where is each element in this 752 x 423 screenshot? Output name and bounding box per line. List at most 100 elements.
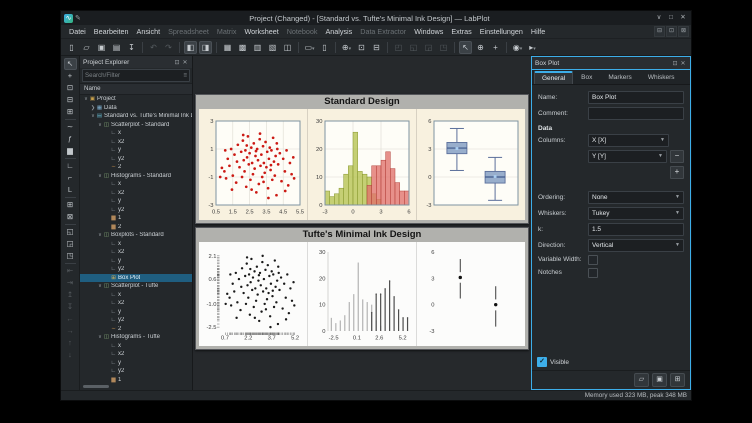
menu-hilfe[interactable]: Hilfe [527,27,549,36]
new-project-icon[interactable]: ▯ [65,41,78,54]
menu-windows[interactable]: Windows [410,27,447,36]
tree-item-histograms-tufte[interactable]: ∨◫Histograms - Tufte [80,333,192,342]
tree-item-y2[interactable]: ∟y2 [80,367,192,376]
tree-item-2[interactable]: ∼2 [80,163,192,172]
tree-item-data[interactable]: ❯▦Data [80,104,192,113]
toggle-project-explorer-icon[interactable]: ◧ [184,41,197,54]
tree-item-y2[interactable]: ∟y2 [80,265,192,274]
maximize-button[interactable]: □ [666,13,676,23]
magnification-icon[interactable]: ◉▾ [511,41,524,54]
zoom-y-select-tool-icon[interactable]: ⊞ [64,106,77,118]
add-axis-tool-icon[interactable]: ∟ [64,160,77,172]
k-field[interactable]: 1.5 [588,223,684,236]
minimize-button[interactable]: ∨ [654,13,664,23]
close-dock-icon[interactable]: ✕ [181,59,189,66]
tree-item-x[interactable]: ∟x [80,291,192,300]
tab-box[interactable]: Box [573,71,600,84]
name-field[interactable]: Box Plot [588,91,684,104]
add-legend-tool-icon[interactable]: ⊞ [64,199,77,211]
mdi-close-icon[interactable]: ⊠ [678,26,689,37]
histogram-standard-plot[interactable]: -30360102030 [307,109,416,220]
tree-item-y[interactable]: ∟y [80,308,192,317]
menu-bearbeiten[interactable]: Bearbeiten [90,27,133,36]
dropdown-arrow-icon[interactable]: ▾ [349,46,352,52]
mdi-minimize-icon[interactable]: ⊟ [654,26,665,37]
search-filter-input[interactable]: Search/Filter ≡ [82,69,190,82]
menu-analysis[interactable]: Analysis [321,27,356,36]
new-worksheet-icon[interactable]: ▥ [251,41,264,54]
print-icon[interactable]: ▤ [110,41,123,54]
mdi-restore-icon[interactable]: ⊡ [666,26,677,37]
scatter-standard-plot[interactable]: 0.51.52.53.54.55.5-3-113 [199,109,307,220]
add-curve-tool-icon[interactable]: ∼ [64,121,77,133]
zoom-mode-icon[interactable]: ⊕▾ [340,41,353,54]
tree-item-x2[interactable]: ∟x2 [80,248,192,257]
load-template-button[interactable]: ▱ [634,373,649,387]
ordering-combobox[interactable]: None▼ [588,191,684,204]
tree-item-2[interactable]: ▆2 [80,223,192,232]
variable-width-checkbox[interactable] [588,255,598,265]
open-project-icon[interactable]: ▱ [80,41,93,54]
new-notebook-icon[interactable]: ▧ [266,41,279,54]
tree-item-x2[interactable]: ∟x2 [80,350,192,359]
tree-item-scatterplot-tufte[interactable]: ∨◫Scatterplot - Tufte [80,282,192,291]
add-equation-curve-tool-icon[interactable]: ƒ [64,133,77,145]
worksheet-standard-design[interactable]: Standard Design 0.51.52.53.54.55.5-3-113… [195,94,529,224]
tree-item-x2[interactable]: ∟x2 [80,189,192,198]
zoom-select-mode-icon[interactable]: ⊕ [474,41,487,54]
menu-extras[interactable]: Extras [447,27,475,36]
tree-item-histograms-standard[interactable]: ∨◫Histograms - Standard [80,172,192,181]
visible-checkbox[interactable]: ✓ [537,357,547,367]
tree-item-1[interactable]: ▆1 [80,214,192,223]
save-default-button[interactable]: ⊞ [670,373,685,387]
boxplot-tufte-plot[interactable]: -3036 [416,242,525,346]
tree-item-project[interactable]: ∨▣Project [80,95,192,104]
properties-dock-header[interactable]: Box Plot ⊡✕ [532,57,690,70]
tree-item-scatterplot-standard[interactable]: ∨◫Scatterplot - Standard [80,121,192,130]
tree-item-2[interactable]: ∼2 [80,325,192,334]
dropdown-arrow-icon[interactable]: ▾ [533,46,536,52]
menu-einstellungen[interactable]: Einstellungen [476,27,527,36]
add-vertical-axis-tool-icon[interactable]: L [64,184,77,196]
tree-column-header-name[interactable]: Name [80,83,192,95]
scatter-tufte-plot[interactable]: 0.72.23.75.22.10.6-1.0-2.5 [199,242,307,346]
scrollbar-thumb[interactable] [83,385,109,388]
tree-item-y[interactable]: ∟y [80,146,192,155]
tab-whiskers[interactable]: Whiskers [640,71,683,84]
export-icon[interactable]: ↧ [125,41,138,54]
column-x-combobox[interactable]: X [X]▼ [588,134,669,147]
tree-item-y[interactable]: ∟y [80,197,192,206]
histogram-tufte-plot[interactable]: -2.50.12.65.20102030 [307,242,416,346]
tree-item-box-plot[interactable]: ⊞Box Plot [80,274,192,283]
auto-scale-y-tool-icon[interactable]: ◳ [64,250,77,262]
zoom-select-tool-icon[interactable]: ⊡ [64,82,77,94]
new-spreadsheet-icon[interactable]: ▦ [221,41,234,54]
boxplot-standard-plot[interactable]: -3036 [416,109,525,220]
add-histogram-tool-icon[interactable]: ▆ [64,145,77,157]
close-button[interactable]: ✕ [678,13,688,23]
pointer-mode-icon[interactable]: ↖ [459,41,472,54]
new-workbook-icon[interactable]: ▯ [318,41,331,54]
add-column-button[interactable]: + [670,166,684,179]
add-info-element-tool-icon[interactable]: ⊠ [64,211,77,223]
crosshair-mode-icon[interactable]: + [489,41,502,54]
tree-item-standard-vs-tufte-s-minimal-ink-design[interactable]: ∨▤Standard vs. Tufte's Minimal Ink Desig… [80,112,192,121]
tree-item-y2[interactable]: ∟y2 [80,206,192,215]
close-dock-icon[interactable]: ✕ [679,60,687,67]
navigate-tool-icon[interactable]: ↖ [64,58,77,70]
auto-scale-x-tool-icon[interactable]: ◲ [64,238,77,250]
comment-field[interactable] [588,107,684,120]
tree-item-x[interactable]: ∟x [80,240,192,249]
project-explorer-header[interactable]: Project Explorer ⊡✕ [80,56,192,68]
tree-item-x[interactable]: ∟x [80,180,192,189]
crosshair-tool-icon[interactable]: + [64,70,77,82]
presenter-mode-icon[interactable]: ▸▾ [526,41,539,54]
tree-item-y2[interactable]: ∟y2 [80,155,192,164]
new-datapicker-icon[interactable]: ◫ [281,41,294,54]
column-y-combobox[interactable]: Y [Y]▼ [588,150,667,163]
new-folder-icon[interactable]: ▭▾ [303,41,316,54]
zoom-x-select-tool-icon[interactable]: ⊟ [64,94,77,106]
fit-page-icon[interactable]: ⊡ [355,41,368,54]
toggle-properties-dock-icon[interactable]: ◨ [199,41,212,54]
titlebar[interactable]: ∿ ✎ Project (Changed) - [Standard vs. Tu… [61,11,691,25]
